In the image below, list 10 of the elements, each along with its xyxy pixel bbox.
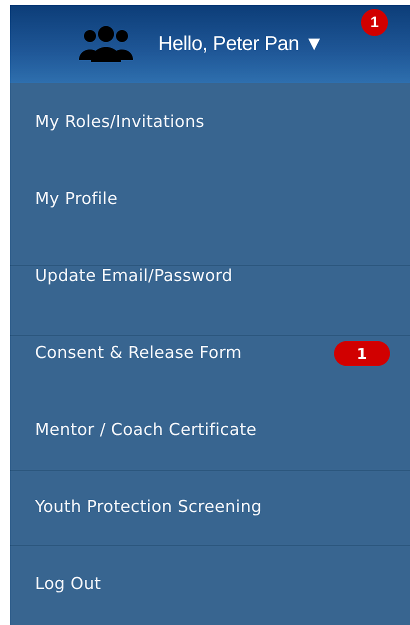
menu-item[interactable]: Log Out: [10, 545, 410, 622]
notification-badge: 1: [361, 9, 388, 36]
menu-item[interactable]: My Roles/Invitations: [10, 83, 410, 160]
menu-item[interactable]: Update Email/Password: [10, 237, 410, 314]
menu-item[interactable]: Youth Protection Screening: [10, 468, 410, 545]
menu-item[interactable]: Mentor / Coach Certificate: [10, 391, 410, 468]
count-badge: 1: [334, 341, 390, 366]
user-menu-toggle[interactable]: Hello, Peter Pan ▼: [158, 32, 324, 56]
menu-item[interactable]: Consent & Release Form 1: [10, 314, 410, 391]
menu-item[interactable]: My Profile: [10, 160, 410, 237]
